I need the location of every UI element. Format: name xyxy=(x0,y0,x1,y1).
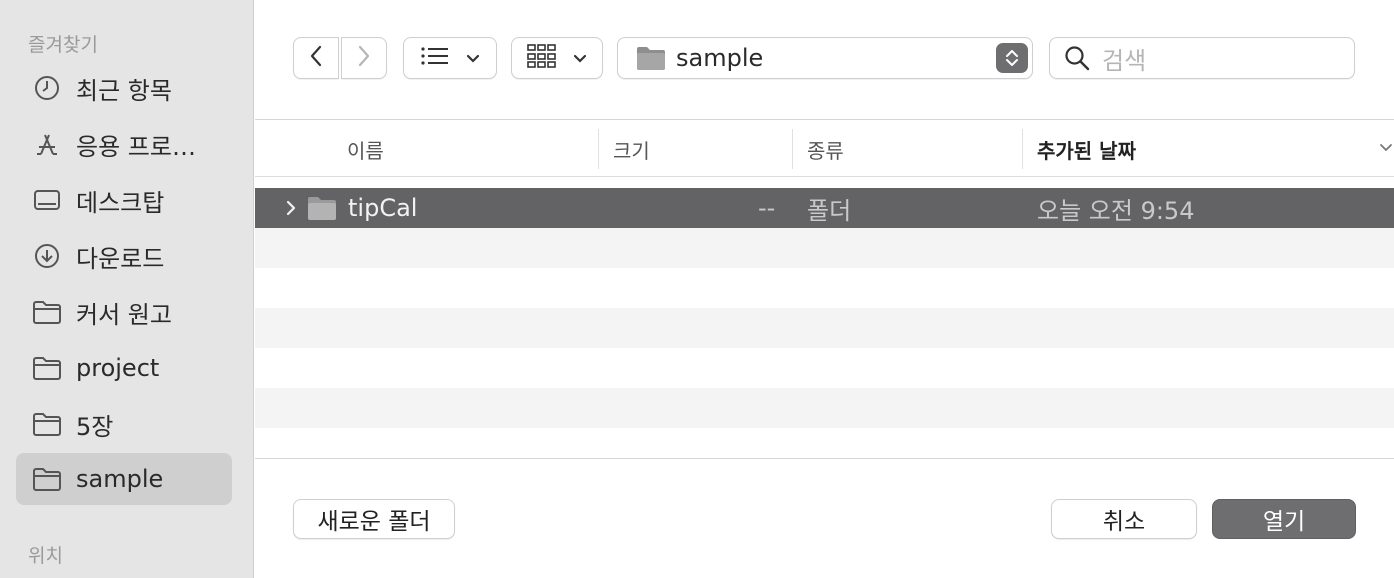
empty-row xyxy=(255,228,1394,268)
download-icon xyxy=(32,241,62,271)
sidebar-item-chapter5[interactable]: 5장 xyxy=(16,398,232,450)
empty-row xyxy=(255,308,1394,348)
desktop-icon xyxy=(32,185,62,215)
sidebar-item-label: 다운로드 xyxy=(76,244,165,273)
chevron-left-icon xyxy=(309,45,323,71)
chevron-down-icon xyxy=(573,49,587,68)
cancel-button[interactable]: 취소 xyxy=(1051,499,1197,539)
applications-icon xyxy=(32,129,62,159)
sidebar-item-label: sample xyxy=(76,465,164,493)
column-divider[interactable] xyxy=(792,129,793,169)
path-label: sample xyxy=(676,44,764,72)
path-popup[interactable]: sample xyxy=(617,37,1033,79)
sidebar-item-desktop[interactable]: 데스크탑 xyxy=(16,174,232,226)
grid-icon xyxy=(527,44,557,72)
list-view-button[interactable] xyxy=(403,37,497,79)
sidebar-item-label: 데스크탑 xyxy=(76,188,165,217)
group-view-button[interactable] xyxy=(511,37,603,79)
search-field[interactable]: 검색 xyxy=(1049,37,1355,79)
table-row[interactable]: tipCal -- 폴더 오늘 오전 9:54 xyxy=(255,188,1394,228)
empty-row xyxy=(255,268,1394,308)
disclosure-chevron-icon[interactable] xyxy=(285,188,297,228)
column-divider[interactable] xyxy=(598,129,599,169)
folder-icon xyxy=(32,353,62,383)
search-placeholder: 검색 xyxy=(1102,46,1147,75)
column-divider[interactable] xyxy=(1022,129,1023,169)
sidebar-item-label: 응용 프로… xyxy=(76,132,196,161)
column-date-added[interactable]: 추가된 날짜 xyxy=(1037,121,1136,177)
chevron-right-icon xyxy=(357,45,371,71)
folder-icon xyxy=(307,188,337,228)
sidebar-item-label: 커서 원고 xyxy=(76,300,172,329)
folder-icon xyxy=(32,464,62,494)
empty-row xyxy=(255,388,1394,428)
empty-row xyxy=(255,428,1394,468)
sidebar-item-label: 5장 xyxy=(76,412,114,441)
sidebar-item-recents[interactable]: 최근 항목 xyxy=(16,62,232,114)
folder-icon xyxy=(636,45,666,71)
file-name: tipCal xyxy=(348,194,418,222)
sidebar-section-locations: 위치 xyxy=(28,545,63,567)
new-folder-button[interactable]: 새로운 폴더 xyxy=(293,499,455,539)
column-name[interactable]: 이름 xyxy=(347,121,384,177)
toolbar: sample 검색 xyxy=(255,0,1394,120)
chevron-down-icon xyxy=(466,49,480,68)
file-size: -- xyxy=(758,194,776,222)
updown-arrows-icon xyxy=(996,43,1028,73)
sidebar: 즐겨찾기 최근 항목 응용 프로… 데스크탑 다운로드 커서 원고 projec… xyxy=(0,0,254,578)
back-button[interactable] xyxy=(293,37,339,79)
column-kind[interactable]: 종류 xyxy=(807,121,844,177)
folder-icon xyxy=(32,409,62,439)
empty-row xyxy=(255,348,1394,388)
column-header: 이름 크기 종류 추가된 날짜 xyxy=(255,121,1394,177)
list-icon xyxy=(420,46,450,70)
clock-icon xyxy=(32,73,62,103)
sort-chevron-down-icon xyxy=(1379,143,1393,153)
open-button[interactable]: 열기 xyxy=(1212,499,1356,539)
forward-button[interactable] xyxy=(341,37,387,79)
sidebar-item-label: 최근 항목 xyxy=(76,76,172,105)
sidebar-item-label: project xyxy=(76,354,160,382)
folder-icon xyxy=(32,297,62,327)
sidebar-item-applications[interactable]: 응용 프로… xyxy=(16,118,232,170)
column-size[interactable]: 크기 xyxy=(613,121,650,177)
file-kind: 폴더 xyxy=(807,196,852,225)
sidebar-section-favorites: 즐겨찾기 xyxy=(28,34,98,56)
footer-divider xyxy=(255,458,1394,459)
file-list: tipCal -- 폴더 오늘 오전 9:54 xyxy=(255,188,1394,458)
sidebar-item-sample[interactable]: sample xyxy=(16,453,232,505)
sidebar-item-project[interactable]: project xyxy=(16,342,232,394)
search-icon xyxy=(1064,45,1090,71)
file-date-added: 오늘 오전 9:54 xyxy=(1037,196,1195,225)
sidebar-item-cursor-manuscript[interactable]: 커서 원고 xyxy=(16,286,232,338)
sidebar-item-downloads[interactable]: 다운로드 xyxy=(16,230,232,282)
